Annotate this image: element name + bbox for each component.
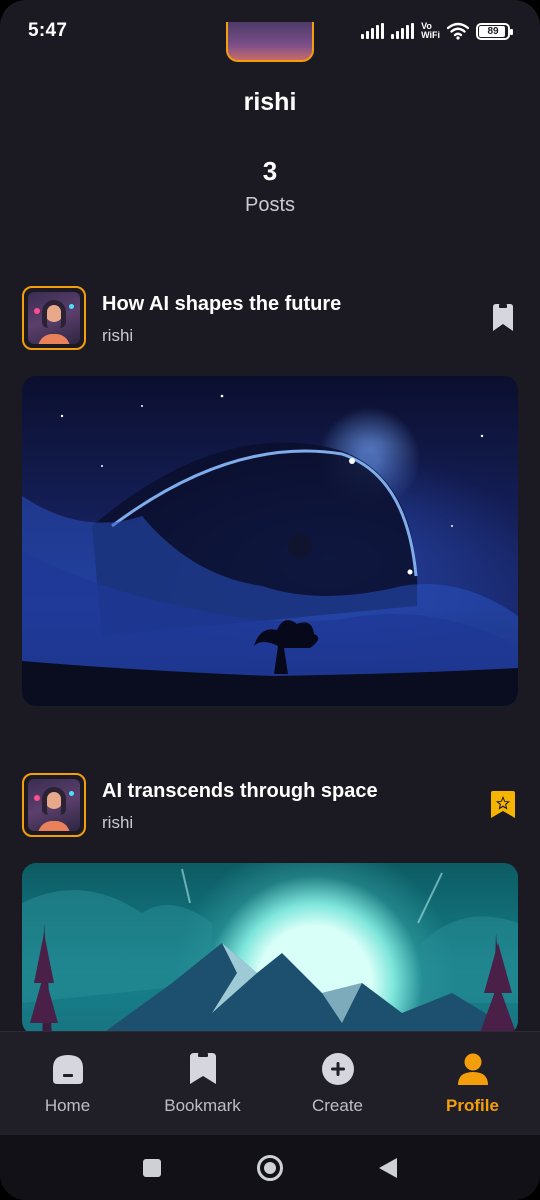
nav-label-profile: Profile [446,1095,499,1115]
nav-item-bookmark[interactable]: Bookmark [135,1052,270,1116]
back-icon[interactable] [378,1157,398,1179]
nav-item-profile[interactable]: Profile [405,1052,540,1116]
post-image[interactable] [22,863,518,1035]
nav-label-bookmark: Bookmark [164,1095,241,1115]
bottom-nav: Home Bookmark Create Profile [0,1031,540,1135]
home-circle-icon[interactable] [256,1154,284,1182]
post-header: How AI shapes the future rishi [22,286,518,350]
home-icon [52,1054,83,1084]
post-author[interactable]: rishi [102,813,488,833]
recents-icon[interactable] [142,1158,162,1178]
post-meta: How AI shapes the future rishi [102,291,488,346]
wifi-icon [447,22,469,40]
bookmark-button[interactable] [488,788,518,822]
battery-level: 89 [487,25,499,37]
bookmark-star-icon [491,791,515,818]
post-card[interactable]: How AI shapes the future rishi [22,286,518,706]
post-title[interactable]: AI transcends through space [102,778,488,804]
post-count-label: Posts [244,194,296,216]
nav-item-create[interactable]: Create [270,1052,405,1116]
post-meta: AI transcends through space rishi [102,778,488,833]
profile-screen: 5:47 Vo WiFi 89 rishi 3 Posts How AI sha… [0,0,540,1200]
vowifi-icon: Vo WiFi [421,21,440,40]
post-image[interactable] [22,376,518,706]
nav-label-create: Create [311,1095,364,1115]
status-time: 5:47 [28,20,68,41]
bookmark-icon [493,304,513,331]
signal-icon [361,23,385,39]
author-avatar[interactable] [22,773,86,837]
signal-icon-2 [391,23,415,39]
bookmark-button[interactable] [488,301,518,335]
plus-circle-icon [321,1052,354,1085]
post-card[interactable]: AI transcends through space rishi [22,773,518,1035]
battery-icon: 89 [476,22,513,40]
post-header: AI transcends through space rishi [22,773,518,837]
post-title[interactable]: How AI shapes the future [102,291,488,317]
nav-item-home[interactable]: Home [0,1052,135,1116]
bookmark-icon [189,1052,216,1084]
nav-label-home: Home [44,1095,91,1115]
post-count: 3 [262,156,278,186]
post-author[interactable]: rishi [102,326,488,346]
system-nav-bar [0,1135,540,1200]
author-avatar[interactable] [22,286,86,350]
profile-name: rishi [243,88,297,116]
status-icons: Vo WiFi 89 [361,21,513,40]
user-icon [457,1053,488,1085]
status-bar: 5:47 Vo WiFi 89 [0,0,540,62]
moon-scene [22,868,518,1035]
space-scene [22,394,518,706]
